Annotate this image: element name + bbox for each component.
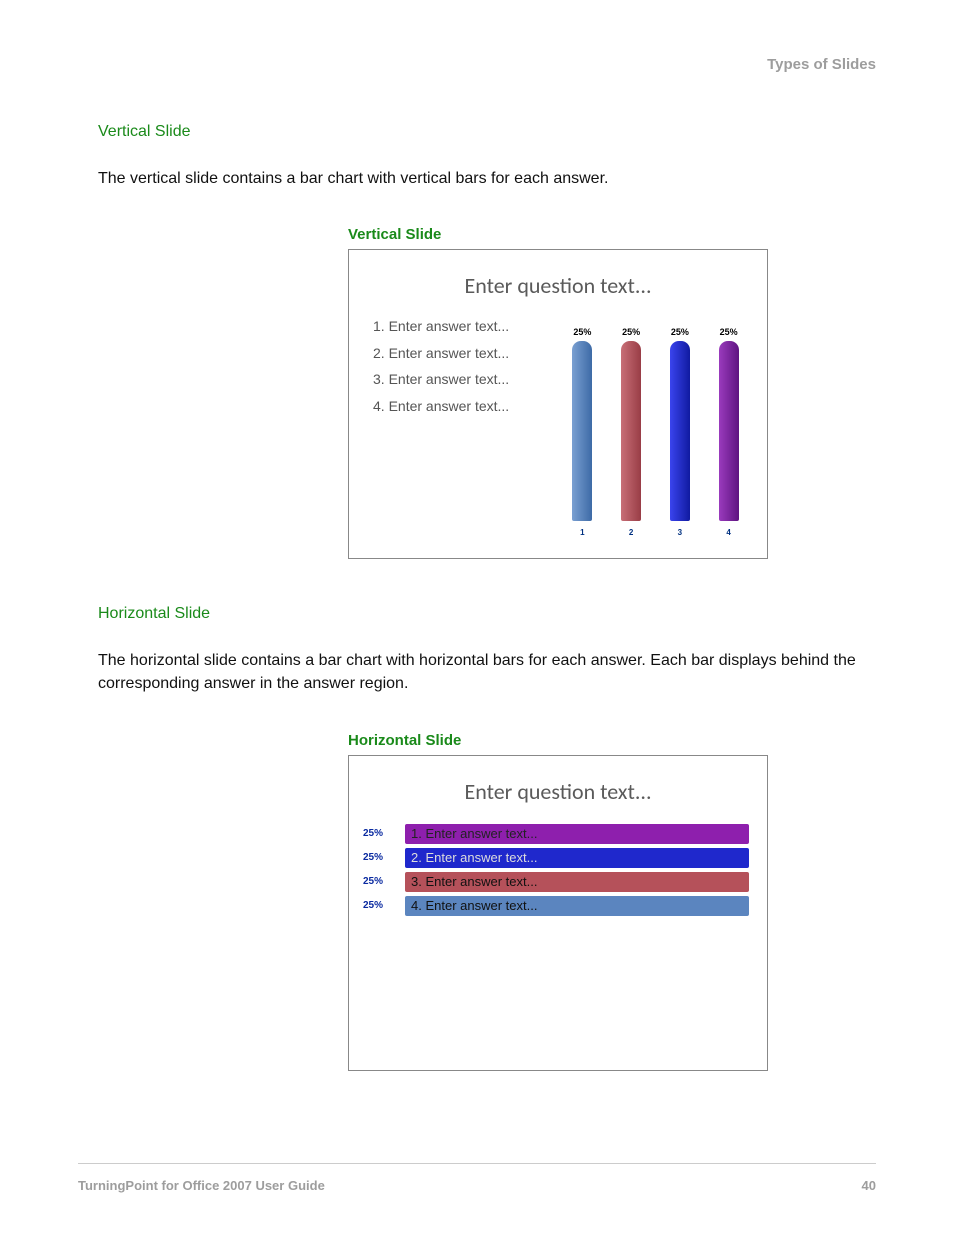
bar-value-label: 25% bbox=[622, 327, 640, 337]
answer-item: 3. Enter answer text... bbox=[373, 366, 558, 393]
bar-icon bbox=[572, 341, 592, 521]
bar-row: 25% 4. Enter answer text... bbox=[359, 895, 749, 917]
footer-title: TurningPoint for Office 2007 User Guide bbox=[78, 1178, 325, 1193]
page-topic: Types of Slides bbox=[98, 56, 876, 73]
bar-value-label: 25% bbox=[671, 327, 689, 337]
slide-preview-vertical: Enter question text... 1. Enter answer t… bbox=[348, 249, 768, 559]
bar-icon bbox=[719, 341, 739, 521]
figure-vertical: Vertical Slide Enter question text... 1.… bbox=[348, 226, 876, 559]
question-text: Enter question text... bbox=[349, 756, 767, 815]
bar-category-label: 1 bbox=[580, 528, 584, 537]
slide-preview-horizontal: Enter question text... 25% 1. Enter answ… bbox=[348, 755, 768, 1071]
body-text-vertical: The vertical slide contains a bar chart … bbox=[98, 167, 876, 190]
page-footer: TurningPoint for Office 2007 User Guide … bbox=[78, 1163, 876, 1193]
bar-value-label: 25% bbox=[359, 847, 405, 869]
question-text: Enter question text... bbox=[349, 250, 767, 309]
answer-list: 1. Enter answer text... 2. Enter answer … bbox=[373, 309, 558, 539]
bar-category-label: 4 bbox=[726, 528, 730, 537]
answer-item: 2. Enter answer text... bbox=[373, 340, 558, 367]
answer-item: 1. Enter answer text... bbox=[405, 826, 537, 841]
body-text-horizontal: The horizontal slide contains a bar char… bbox=[98, 649, 876, 695]
bar-value-label: 25% bbox=[573, 327, 591, 337]
figure-caption-vertical: Vertical Slide bbox=[348, 226, 876, 243]
answer-item: 1. Enter answer text... bbox=[373, 313, 558, 340]
bar-value-label: 25% bbox=[359, 823, 405, 845]
bar-group: 25% 4 bbox=[707, 327, 750, 521]
bar-icon bbox=[670, 341, 690, 521]
bar-value-label: 25% bbox=[359, 895, 405, 917]
answer-item: 3. Enter answer text... bbox=[405, 874, 537, 889]
document-page: Types of Slides Vertical Slide The verti… bbox=[0, 0, 954, 1235]
bar-category-label: 3 bbox=[678, 528, 682, 537]
bar-value-label: 25% bbox=[359, 871, 405, 893]
bar-icon bbox=[621, 341, 641, 521]
bar-group: 25% 1 bbox=[561, 327, 604, 521]
bar-row: 25% 1. Enter answer text... bbox=[359, 823, 749, 845]
figure-horizontal: Horizontal Slide Enter question text... … bbox=[348, 732, 876, 1071]
section-heading-horizontal: Horizontal Slide bbox=[98, 605, 876, 623]
vertical-bar-chart: 25% 1 25% 2 25% 3 25% bbox=[558, 309, 753, 539]
bar-group: 25% 2 bbox=[610, 327, 653, 521]
figure-caption-horizontal: Horizontal Slide bbox=[348, 732, 876, 749]
horizontal-bar-chart: 25% 1. Enter answer text... 25% 2. Enter… bbox=[349, 815, 767, 1059]
answer-item: 2. Enter answer text... bbox=[405, 850, 537, 865]
bar-category-label: 2 bbox=[629, 528, 633, 537]
bar-value-label: 25% bbox=[720, 327, 738, 337]
bar-row: 25% 2. Enter answer text... bbox=[359, 847, 749, 869]
footer-page-number: 40 bbox=[862, 1178, 876, 1193]
bar-group: 25% 3 bbox=[658, 327, 701, 521]
answer-item: 4. Enter answer text... bbox=[405, 898, 537, 913]
bar-row: 25% 3. Enter answer text... bbox=[359, 871, 749, 893]
section-heading-vertical: Vertical Slide bbox=[98, 123, 876, 141]
answer-item: 4. Enter answer text... bbox=[373, 393, 558, 420]
